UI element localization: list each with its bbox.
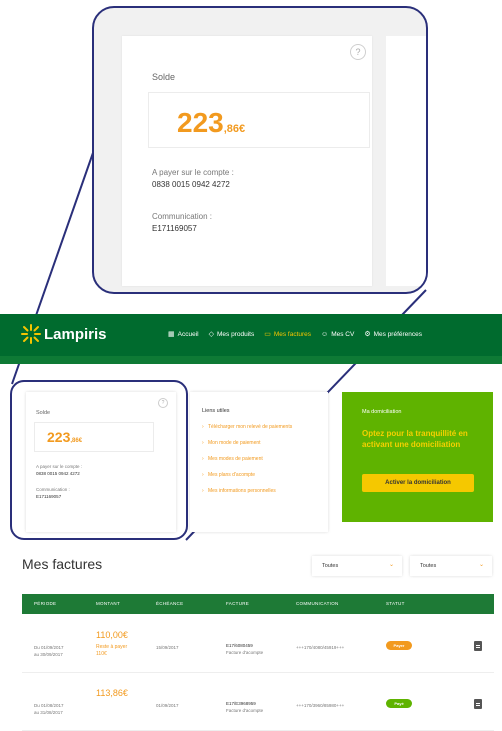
download-invoice-icon[interactable] <box>474 641 482 651</box>
nav-label: Accueil <box>177 330 199 338</box>
amount-cell: 113,86€ <box>96 688 128 698</box>
zoom-pay-label: A payer sur le compte : <box>152 168 234 177</box>
link-personal-info[interactable]: Mes informations personnelles <box>202 488 322 495</box>
due-cell: 01/09/2017 <box>156 703 179 708</box>
nav-mes-preferences[interactable]: ⚙ Mes préférences <box>364 330 423 339</box>
direct-debit-headline: Optez pour la tranquillité en activant u… <box>362 429 468 449</box>
zoom-solde-card: ? Solde 223,86€ A payer sur le compte : … <box>122 36 372 286</box>
filter-value: Toutes <box>322 563 339 569</box>
nav-accueil[interactable]: ▦ Accueil <box>168 330 199 339</box>
main-nav: ▦ Accueil ◇ Mes produits ▭ Mes factures ☺ Me… <box>168 330 423 339</box>
highlight-frame <box>10 380 188 540</box>
col-amount: MONTANT <box>96 601 121 606</box>
nav-mes-cv[interactable]: ☺ Mes CV <box>321 330 354 338</box>
chevron-down-icon: ⌄ <box>388 562 394 568</box>
period-from: Du 01/09/2017 <box>34 645 64 650</box>
amount-cell: 110,00€ <box>96 630 128 640</box>
period-from: Du 01/08/2017 <box>34 703 64 708</box>
communication-cell: +++170/3960/85980+++ <box>296 703 345 708</box>
col-invoice: FACTURE <box>226 601 250 606</box>
brand-name: Lampiris <box>44 325 107 343</box>
nav-label: Mes CV <box>331 330 355 338</box>
useful-links-title: Liens utiles <box>202 408 230 414</box>
remaining-cell: Reste à payer 110€ <box>96 644 150 658</box>
period-cell: Du 01/09/2017 au 30/09/2017 <box>34 644 64 658</box>
col-communication: COMMUNICATION <box>296 601 339 606</box>
zoom-next-card <box>386 36 426 286</box>
due-cell: 15/09/2017 <box>156 645 179 650</box>
filter-value: Toutes <box>420 563 437 569</box>
pay-button[interactable]: Payer <box>386 641 412 650</box>
sun-icon <box>21 324 41 344</box>
useful-links-list: Télécharger mon relevé de paiements Mon … <box>202 424 322 504</box>
zoom-comm-value: E171169057 <box>152 224 197 233</box>
remaining-value: 110€ <box>96 651 107 657</box>
help-icon: ? <box>350 44 366 60</box>
direct-debit-title: Ma domiciliation <box>362 409 402 415</box>
invoice-table-header: PÉRIODE MONTANT ÉCHÉANCE FACTURE COMMUNI… <box>22 594 494 614</box>
gear-icon: ⚙ <box>364 331 371 338</box>
diamond-icon: ◇ <box>208 331 214 338</box>
activate-direct-debit-button[interactable]: Activer la domiciliation <box>362 474 474 492</box>
direct-debit-card: Ma domiciliation Optez pour la tranquill… <box>342 392 493 522</box>
useful-links-card: Liens utiles Télécharger mon relevé de p… <box>190 392 328 532</box>
zoom-callout: ? Solde 223,86€ A payer sur le compte : … <box>92 6 428 294</box>
invoice-number: E17/E3968959 <box>226 701 256 706</box>
table-row[interactable]: Du 01/08/2017 au 31/08/2017 113,86€ 01/0… <box>22 680 494 731</box>
chevron-down-icon: ⌄ <box>478 562 484 568</box>
link-payment-modes[interactable]: Mes modes de paiement <box>202 456 322 463</box>
zoom-balance-amount: 223,86€ <box>177 107 246 138</box>
zoom-account-number: 0838 0015 0942 4272 <box>152 180 230 189</box>
nav-mes-factures[interactable]: ▭ Mes factures <box>264 330 312 339</box>
col-due: ÉCHÉANCE <box>156 601 184 606</box>
period-cell: Du 01/08/2017 au 31/08/2017 <box>34 702 64 716</box>
col-status: STATUT <box>386 601 405 606</box>
communication-cell: +++170/4080/45919+++ <box>296 645 345 650</box>
paid-badge: Payé <box>386 699 412 708</box>
filter-select-1[interactable]: Toutes ⌄ <box>312 556 402 576</box>
filter-select-2[interactable]: Toutes ⌄ <box>410 556 492 576</box>
invoice-cell[interactable]: E17/E3968959 Facture d'acompte <box>226 700 263 714</box>
nav-label: Mes factures <box>273 330 312 338</box>
invoice-number: E17/6080459 <box>226 643 253 648</box>
nav-label: Mes préférences <box>373 330 423 338</box>
col-period: PÉRIODE <box>34 601 57 606</box>
invoice-cell[interactable]: E17/6080459 Facture d'acompte <box>226 642 263 656</box>
zoom-amount-box: 223,86€ <box>148 92 370 148</box>
period-to: au 31/08/2017 <box>34 710 63 715</box>
grid-icon: ▦ <box>168 331 175 338</box>
table-row[interactable]: Du 01/09/2017 au 30/09/2017 110,00€ Rest… <box>22 622 494 673</box>
nav-label: Mes produits <box>216 330 255 338</box>
invoice-icon: ▭ <box>264 331 271 338</box>
smiley-icon: ☺ <box>321 330 329 338</box>
period-to: au 30/09/2017 <box>34 652 63 657</box>
lampiris-logo[interactable]: Lampiris <box>20 323 107 345</box>
link-download-statement[interactable]: Télécharger mon relevé de paiements <box>202 424 322 431</box>
invoices-title: Mes factures <box>22 556 103 572</box>
zoom-comm-label: Communication : <box>152 212 213 221</box>
remaining-label: Reste à payer <box>96 644 128 650</box>
link-installment-plans[interactable]: Mes plans d'acompte <box>202 472 322 479</box>
link-payment-mode[interactable]: Mon mode de paiement <box>202 440 322 447</box>
nav-mes-produits[interactable]: ◇ Mes produits <box>208 330 255 339</box>
download-invoice-icon[interactable] <box>474 699 482 709</box>
invoice-type: Facture d'acompte <box>226 708 264 713</box>
invoice-type: Facture d'acompte <box>226 650 264 655</box>
zoom-solde-label: Solde <box>152 72 176 82</box>
header-band <box>0 356 502 364</box>
